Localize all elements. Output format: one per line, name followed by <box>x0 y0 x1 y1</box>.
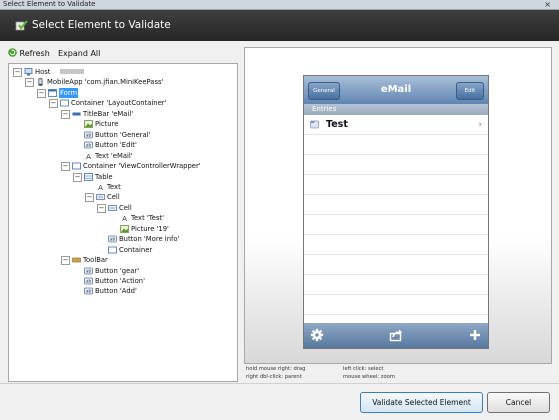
hint-select: left click: select <box>343 366 384 372</box>
collapse-toggle[interactable]: − <box>97 203 106 213</box>
edit-button[interactable]: Edit <box>456 82 484 100</box>
cell-icon <box>108 204 117 212</box>
svg-text:ab: ab <box>86 268 91 273</box>
collapse-toggle[interactable]: − <box>61 256 70 266</box>
row-label: Test <box>326 119 348 130</box>
hint-drag: hold mouse right: drag <box>246 366 306 372</box>
hint-zoom: mouse wheel: zoom <box>343 374 395 380</box>
collapse-toggle[interactable]: − <box>37 88 46 98</box>
svg-text:A: A <box>122 215 127 222</box>
container-icon <box>108 246 117 254</box>
text-icon: A <box>96 183 105 192</box>
collapse-toggle[interactable]: − <box>25 78 34 88</box>
window-titlebar: Select Element to Validate × <box>0 0 559 10</box>
tree-node-label: Picture '19' <box>131 224 169 233</box>
refresh-button[interactable]: Refresh <box>8 47 50 61</box>
phone-icon <box>36 78 45 87</box>
button-icon: ab <box>108 235 117 243</box>
collapse-toggle[interactable]: − <box>13 68 22 77</box>
collapse-toggle[interactable]: − <box>61 162 70 172</box>
section-header: Entries <box>304 104 488 115</box>
tree-node-label: Text 'Test' <box>131 214 165 223</box>
dialog-header: Select Element to Validate <box>0 10 559 41</box>
table-row[interactable]: Test › <box>304 115 488 135</box>
tree-node-label: Text 'eMail' <box>95 151 133 160</box>
tree-node-label: Cell <box>119 203 132 212</box>
tree-node-label: Form <box>59 87 79 98</box>
action-icon[interactable] <box>389 328 403 342</box>
redacted-hostname <box>60 69 84 74</box>
tree-node-label: MobileApp 'com.jfian.MiniKeePass' <box>47 78 164 87</box>
chevron-right-icon: › <box>478 120 482 130</box>
nav-bar: General eMail Edit <box>304 76 488 104</box>
titlebar-icon <box>72 110 81 118</box>
element-tree[interactable]: − Host − MobileApp 'com.jfian.MiniKeePass' −… <box>8 63 238 382</box>
refresh-label: Refresh <box>19 49 50 58</box>
hint-parent: right dbl-click: parent <box>246 374 302 380</box>
picture-icon <box>120 224 129 233</box>
device-screenshot[interactable]: General eMail Edit Entries Test › <box>303 75 489 349</box>
collapse-toggle[interactable]: − <box>73 172 82 182</box>
tree-node-label: Button 'General' <box>95 130 151 139</box>
cancel-button[interactable]: Cancel <box>487 392 550 413</box>
tree-node-label: Container 'ViewControllerWrapper' <box>83 162 201 171</box>
text-icon: A <box>120 214 129 223</box>
tree-node-label: Button 'gear' <box>95 266 140 275</box>
svg-text:ab: ab <box>110 237 115 242</box>
text-icon: A <box>84 152 93 161</box>
tree-node-label: Host <box>35 68 51 76</box>
tree-node-label: Container 'LayoutContainer' <box>71 99 167 108</box>
close-window-button[interactable]: × <box>544 0 551 9</box>
toolbar-icon <box>72 256 81 264</box>
container-icon <box>60 99 69 107</box>
svg-text:ab: ab <box>86 279 91 284</box>
tree-node-label: Container <box>119 245 153 254</box>
picture-icon <box>84 120 93 129</box>
refresh-icon <box>8 48 17 57</box>
validate-selected-element-button[interactable]: Validate Selected Element <box>360 392 483 413</box>
table-icon <box>84 172 93 181</box>
button-icon: ab <box>84 131 93 139</box>
window-title: Select Element to Validate <box>3 0 96 8</box>
dialog-title: Select Element to Validate <box>32 19 171 31</box>
tree-node-label: Cell <box>107 193 120 202</box>
folder-icon <box>310 120 319 129</box>
gear-icon[interactable] <box>310 328 324 342</box>
svg-text:A: A <box>98 184 103 191</box>
cell-icon <box>96 193 105 201</box>
container-icon <box>72 162 81 170</box>
tree-node-label: ToolBar <box>83 256 108 265</box>
add-icon[interactable] <box>468 328 482 342</box>
tree-node-label: Button 'Add' <box>95 287 137 296</box>
collapse-toggle[interactable]: − <box>61 109 70 119</box>
collapse-toggle[interactable]: − <box>49 99 58 109</box>
button-icon: ab <box>84 287 93 295</box>
tree-node-label: Button 'More info' <box>119 235 180 244</box>
tree-node-label: Button 'Action' <box>95 277 145 285</box>
tree-node-label: Picture <box>95 120 119 129</box>
tab-bar <box>304 323 488 348</box>
svg-text:ab: ab <box>86 289 91 294</box>
footer-divider <box>0 383 559 384</box>
form-icon <box>48 88 57 97</box>
tree-node-label: Button 'Edit' <box>95 141 137 150</box>
tree-node-label: TitleBar 'eMail' <box>83 109 134 118</box>
checkmark-page-icon <box>15 20 28 31</box>
button-icon: ab <box>84 267 93 275</box>
svg-text:A: A <box>86 153 91 160</box>
tree-node-label: Table <box>95 172 113 181</box>
button-icon: ab <box>84 277 93 285</box>
tree-node-label: Text <box>107 182 121 191</box>
svg-text:ab: ab <box>86 132 91 137</box>
table-rows <box>304 115 488 321</box>
collapse-toggle[interactable]: − <box>85 193 94 203</box>
expand-all-button[interactable]: Expand All <box>58 47 100 61</box>
svg-text:ab: ab <box>86 143 91 148</box>
button-icon: ab <box>84 141 93 149</box>
host-icon <box>24 68 33 76</box>
